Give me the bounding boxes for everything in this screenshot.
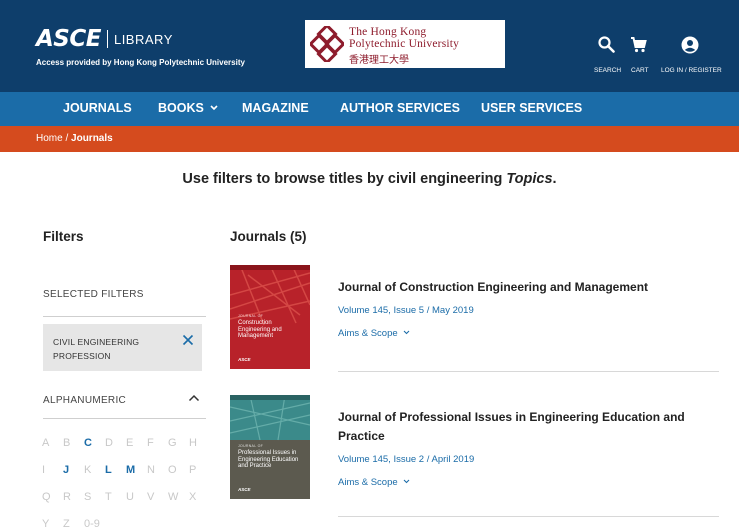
nav-journals[interactable]: JOURNALS [63,101,132,115]
cart-icon [631,37,647,53]
cover-asce-mark: ASCE [238,357,251,362]
letter-filter-y: Y [42,518,50,530]
alphanumeric-row: Y Z 0-9 [42,514,212,531]
breadcrumb-separator: / [62,133,72,144]
nav-author-services[interactable]: AUTHOR SERVICES [340,101,460,115]
divider [43,316,206,317]
letter-filter-c[interactable]: C [84,437,105,449]
journals-count-heading: Journals (5) [230,229,307,244]
headline-suffix: . [552,171,557,187]
institution-name-chinese: 香港理工大學 [349,55,409,66]
access-provided-text: Access provided by Hong Kong Polytechnic… [36,58,245,67]
aims-scope-label: Aims & Scope [338,477,398,488]
selected-filters-heading: SELECTED FILTERS [43,289,144,300]
letter-filter-e: E [126,437,134,449]
aims-scope-toggle[interactable]: Aims & Scope [338,477,410,488]
page-headline: Use filters to browse titles by civil en… [0,171,739,187]
nav-books-label: BOOKS [158,101,204,115]
nav-user-services[interactable]: USER SERVICES [481,101,582,115]
search-icon [598,36,615,53]
cover-title: Professional Issues in Engineering Educa… [238,450,299,470]
search-label[interactable]: SEARCH [594,67,621,74]
letter-filter-g: G [168,437,177,449]
journal-title-link[interactable]: Journal of Professional Issues in Engine… [338,408,718,446]
nav-magazine[interactable]: MAGAZINE [242,101,309,115]
alphanumeric-row: I JK LMN OP [42,460,212,487]
letter-filter-m[interactable]: M [126,464,147,476]
letter-filter-q: Q [42,491,51,503]
letter-filter-k: K [84,464,92,476]
filters-heading: Filters [43,229,84,244]
polyu-emblem-icon [310,26,344,62]
letter-filter-l[interactable]: L [105,464,126,476]
letter-filter-z: Z [63,518,70,530]
journal-cover[interactable]: JOURNAL OF Construction Engineering and … [230,265,310,369]
divider [338,516,719,517]
selected-filter-label: CIVIL ENGINEERING PROFESSION [53,337,140,361]
headline-text: Use filters to browse titles by civil en… [182,171,507,187]
account-button[interactable] [681,36,699,54]
breadcrumb-home[interactable]: Home [36,133,63,144]
journal-cover[interactable]: JOURNAL OF Professional Issues in Engine… [230,395,310,499]
aims-scope-label: Aims & Scope [338,328,398,339]
site-header: ASCE LIBRARY Access provided by Hong Kong… [0,0,739,92]
cover-asce-mark: ASCE [238,487,251,492]
aims-scope-toggle[interactable]: Aims & Scope [338,328,410,339]
institution-logo: The Hong Kong Polytechnic University 香港理… [305,20,505,68]
letter-filter-x: X [189,491,197,503]
logo-library-text: LIBRARY [113,32,173,47]
letter-filter-b: B [63,437,71,449]
chevron-down-icon [210,105,218,111]
chevron-down-icon [403,479,410,484]
institution-name-line2: Polytechnic University [349,38,460,50]
letter-filter-u: U [126,491,134,503]
search-button[interactable] [598,36,615,53]
cover-journal-of: JOURNAL OF [238,444,264,448]
letter-filter-v: V [147,491,155,503]
alphanumeric-row: A B CD E F GH [42,433,212,460]
letter-filter-t: T [105,491,112,503]
letter-filter-j[interactable]: J [63,464,84,476]
letter-filter-p: P [189,464,197,476]
cover-journal-of: JOURNAL OF [238,314,264,318]
headline-emphasis: Topics [506,171,553,187]
journal-title-link[interactable]: Journal of Construction Engineering and … [338,278,718,297]
remove-filter-icon[interactable] [181,333,195,347]
asce-library-logo[interactable]: ASCE LIBRARY [36,26,173,52]
letter-filter-0-9: 0-9 [84,518,100,530]
login-register-label[interactable]: LOG IN / REGISTER [661,67,722,74]
divider [43,418,206,419]
letter-filter-r: R [63,491,71,503]
breadcrumb: Home / Journals [36,133,113,144]
letter-filter-d: D [105,437,113,449]
logo-separator [106,30,108,48]
cover-title: Construction Engineering and Management [238,320,282,340]
breadcrumb-bar: Home / Journals [0,126,739,152]
alphanumeric-filter-grid: A B C D E F G H I J K L M N O P Q R S T U V W X Y Z 0-9 [42,433,212,531]
letter-filter-a: A [42,437,50,449]
letter-filter-s: S [84,491,92,503]
chevron-down-icon [403,330,410,335]
logo-asce-text: ASCE [36,26,101,52]
letter-filter-f: F [147,437,154,449]
institution-name-line1: The Hong Kong [349,26,427,38]
selected-filter-chip: CIVIL ENGINEERING PROFESSION [43,324,202,371]
letter-filter-i: I [42,464,46,476]
alphanumeric-row: QR S T U V WX [42,487,212,514]
breadcrumb-current: Journals [71,133,113,144]
main-nav: JOURNALS BOOKS MAGAZINE AUTHOR SERVICES … [0,92,739,126]
letter-filter-n: N [147,464,155,476]
account-icon [681,36,699,54]
cart-button[interactable] [630,36,647,53]
journal-issue-link[interactable]: Volume 145, Issue 5 / May 2019 [338,305,474,316]
divider [338,371,719,372]
journal-issue-link[interactable]: Volume 145, Issue 2 / April 2019 [338,454,474,465]
cart-label[interactable]: CART [631,67,649,74]
nav-books[interactable]: BOOKS [158,101,218,115]
chevron-up-icon[interactable] [188,393,200,403]
letter-filter-h: H [189,437,197,449]
letter-filter-o: O [168,464,177,476]
letter-filter-w: W [168,491,179,503]
alphanumeric-heading[interactable]: ALPHANUMERIC [43,395,126,406]
